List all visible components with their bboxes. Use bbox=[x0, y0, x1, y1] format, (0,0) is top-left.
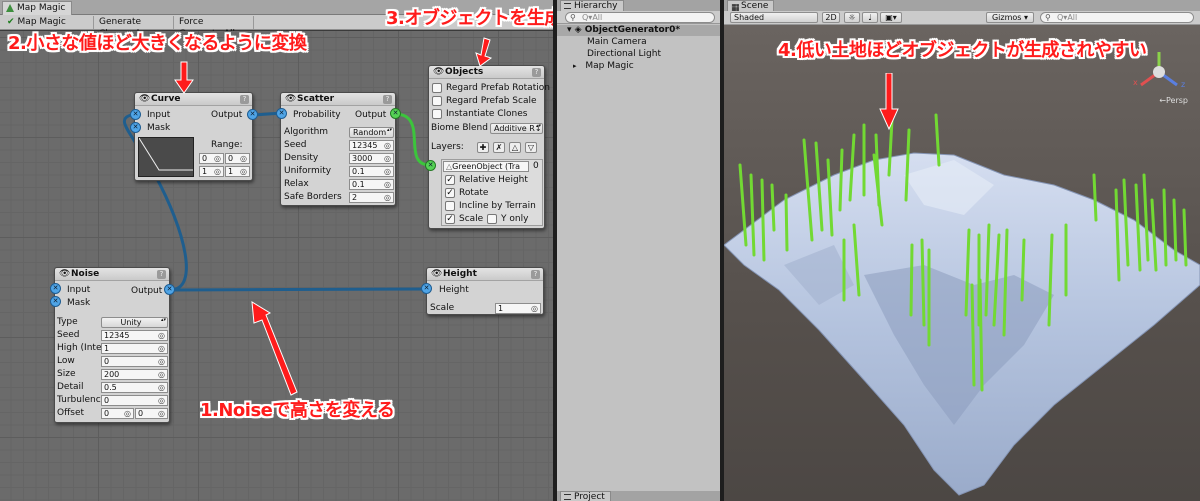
hierarchy-search-placeholder: Q▾All bbox=[582, 13, 603, 22]
hierarchy-item-label: Map Magic bbox=[585, 61, 634, 71]
toggle-2d-button[interactable]: 2D bbox=[822, 12, 840, 23]
annotation-step-3: 3.オブジェクトを生成 bbox=[386, 8, 562, 29]
lighting-toggle-icon[interactable]: ☼ bbox=[844, 12, 860, 23]
list-icon bbox=[564, 3, 571, 9]
hierarchy-panel: Hierarchy ⚲ Q▾All ▾ ◈ ObjectGenerator0* … bbox=[557, 0, 720, 501]
svg-text:z: z bbox=[1181, 80, 1185, 89]
search-icon: ⚲ bbox=[570, 13, 576, 22]
expand-arrow-icon: ▾ bbox=[567, 25, 572, 35]
hierarchy-root-item[interactable]: ▾ ◈ ObjectGenerator0* bbox=[557, 25, 720, 36]
editor-window: Map Magic ✔Map Magic Generate Changed Fo… bbox=[0, 0, 1200, 501]
expand-arrow-icon: ▸ bbox=[573, 62, 577, 70]
audio-toggle-icon[interactable]: ♩ bbox=[862, 12, 878, 23]
hierarchy-root-label: ObjectGenerator0* bbox=[584, 25, 681, 35]
annotation-step-2: 2.小さな値ほど大きくなるように変換 bbox=[8, 33, 307, 54]
scene-search-input[interactable]: ⚲ Q▾All bbox=[1040, 12, 1194, 23]
shading-mode-label: Shaded bbox=[734, 13, 765, 22]
svg-text:x: x bbox=[1133, 78, 1138, 87]
gizmos-label: Gizmos bbox=[991, 13, 1022, 22]
hierarchy-tab[interactable]: Hierarchy bbox=[560, 0, 624, 11]
gizmos-dropdown[interactable]: Gizmos ▾ bbox=[986, 12, 1034, 23]
hierarchy-item[interactable]: Directional Light bbox=[557, 49, 720, 60]
shading-mode-dropdown[interactable]: Shaded bbox=[730, 12, 818, 23]
hierarchy-tab-label: Hierarchy bbox=[574, 1, 618, 11]
folder-icon bbox=[564, 494, 571, 500]
unity-scene-icon: ◈ bbox=[574, 25, 582, 35]
project-tabbar: Project bbox=[557, 491, 720, 501]
hierarchy-toolbar: ⚲ Q▾All bbox=[557, 11, 720, 24]
hierarchy-item-label: Main Camera bbox=[587, 37, 647, 47]
hierarchy-tabbar: Hierarchy bbox=[557, 0, 720, 11]
hierarchy-item[interactable]: Main Camera bbox=[557, 37, 720, 48]
hierarchy-search-input[interactable]: ⚲ Q▾All bbox=[565, 12, 715, 23]
scene-tab-label: Scene bbox=[741, 1, 769, 11]
annotation-arrow-4 bbox=[879, 73, 899, 131]
search-icon: ⚲ bbox=[1045, 13, 1051, 22]
arrow-1 bbox=[251, 301, 298, 396]
annotation-arrows bbox=[174, 37, 493, 396]
arrow-3 bbox=[475, 37, 493, 67]
hierarchy-item-label: Directional Light bbox=[587, 49, 661, 59]
perspective-label[interactable]: ←Persp bbox=[1159, 96, 1188, 105]
scene-tab[interactable]: ▦ Scene bbox=[727, 0, 775, 13]
scene-panel: ▦ Scene Shaded 2D ☼ ♩ ▣▾ Gizmos ▾ ⚲ Q▾Al… bbox=[724, 0, 1200, 501]
project-tab-label: Project bbox=[574, 492, 605, 501]
scene-tabbar: ▦ Scene bbox=[724, 0, 1200, 13]
annotation-step-4: 4.低い土地ほどオブジェクトが生成されやすい bbox=[778, 40, 1147, 61]
scene-search-placeholder: Q▾All bbox=[1057, 13, 1078, 22]
scene-viewport[interactable]: x z ←Persp bbox=[724, 25, 1200, 501]
effects-dropdown-icon[interactable]: ▣▾ bbox=[880, 12, 902, 23]
scene-icon: ▦ bbox=[731, 3, 740, 13]
annotation-step-1: 1.Noiseで高さを変える bbox=[200, 400, 395, 421]
scene-toolbar: Shaded 2D ☼ ♩ ▣▾ Gizmos ▾ ⚲ Q▾All bbox=[724, 11, 1200, 25]
hierarchy-item[interactable]: ▸ Map Magic bbox=[557, 61, 720, 72]
project-tab[interactable]: Project bbox=[560, 491, 611, 501]
arrow-2 bbox=[174, 61, 194, 94]
